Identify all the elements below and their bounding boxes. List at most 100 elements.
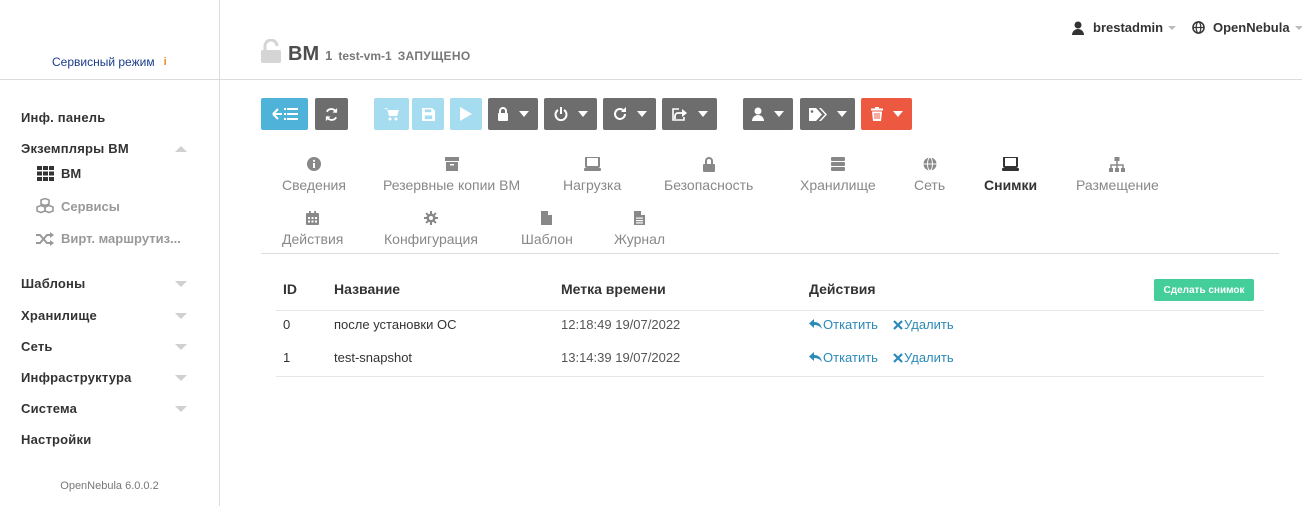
vm-state: ЗАПУЩЕНО [397,49,471,63]
user-icon [1072,21,1084,35]
tab-placement[interactable]: Размещение [1076,156,1159,193]
delete-snapshot-link[interactable]: Удалить [893,317,954,332]
tab-label: Хранилище [800,177,876,193]
delete-dropdown-button[interactable] [861,98,912,130]
trash-icon [870,107,883,121]
power-dropdown-button[interactable] [544,98,597,130]
revert-snapshot-link[interactable]: Откатить [809,350,878,365]
close-icon [893,352,903,363]
snapshot-timestamp: 12:18:49 19/07/2022 [561,317,681,332]
snapshot-id: 1 [283,350,291,365]
sitemap-icon [1109,156,1126,172]
chevron-down-icon [1168,25,1177,30]
info-icon [306,156,321,172]
reply-icon [809,319,822,330]
tab-storage[interactable]: Хранилище [800,156,876,193]
labels-dropdown-button[interactable] [800,98,855,130]
reply-icon [809,352,822,363]
zone-menu[interactable]: OpenNebula [1192,20,1302,35]
tab-label: Резервные копии ВМ [383,177,521,193]
tab-capacity[interactable]: Нагрузка [563,156,621,193]
refresh-button[interactable] [315,98,348,130]
chevron-down-icon[interactable] [175,313,187,319]
column-header-id[interactable]: ID [283,281,297,297]
cubes-icon [36,198,54,214]
snapshot-timestamp: 13:14:39 19/07/2022 [561,350,681,365]
sidebar-item-vms[interactable]: ВМ [36,166,81,181]
tab-label: Конфигурация [384,231,478,247]
power-icon [554,107,568,121]
sidebar-item-vm-instances[interactable]: Экземпляры ВМ [21,141,129,156]
sidebar-item-label: Сервисы [61,198,120,214]
info-icon[interactable]: i [164,56,167,68]
tab-label: Безопасность [664,177,754,193]
reboot-dropdown-button[interactable] [603,98,656,130]
sidebar-item-templates[interactable]: Шаблоны [21,276,85,291]
column-header-timestamp[interactable]: Метка времени [561,281,666,297]
save-button[interactable] [412,98,444,130]
sidebar-item-label: ВМ [61,166,82,181]
save-icon [421,107,435,121]
random-icon [36,231,54,246]
refresh-icon [324,107,339,122]
snapshot-name: test-snapshot [334,350,413,365]
tab-template[interactable]: Шаблон [521,210,573,247]
lock-dropdown-button[interactable] [488,98,538,130]
close-icon [893,319,903,330]
tab-configuration[interactable]: Конфигурация [384,210,478,247]
chevron-down-icon[interactable] [175,406,187,412]
sidebar-item-dashboard[interactable]: Инф. панель [21,110,105,125]
tab-actions[interactable]: Действия [282,210,343,247]
chevron-down-icon[interactable] [175,375,187,381]
back-list-icon [271,107,298,121]
chevron-down-icon [636,111,647,117]
page-title: ВМ 1 test-vm-1 ЗАПУЩЕНО [260,36,470,66]
sidebar-item-network[interactable]: Сеть [21,339,53,354]
cart-button[interactable] [374,98,409,130]
tab-log[interactable]: Журнал [614,210,665,247]
logo-area: Сервисный режим i [0,0,219,80]
back-button[interactable] [261,98,308,130]
cart-icon [384,107,399,121]
zone-name: OpenNebula [1213,20,1290,35]
sidebar-item-storage[interactable]: Хранилище [21,308,97,323]
delete-snapshot-link[interactable]: Удалить [893,350,954,365]
sidebar-item-system[interactable]: Система [21,401,77,416]
user-menu[interactable]: brestadmin [1072,20,1177,35]
revert-snapshot-link[interactable]: Откатить [809,317,878,332]
sidebar-item-infrastructure[interactable]: Инфраструктура [21,370,132,385]
tab-label: Размещение [1076,177,1159,193]
tab-network[interactable]: Сеть [914,156,945,193]
owner-dropdown-button[interactable] [743,98,793,130]
delete-label: Удалить [904,350,954,365]
tabs-divider [261,253,1279,254]
chevron-down-icon [1294,25,1302,30]
calendar-icon [306,210,320,226]
sidebar-item-services[interactable]: Сервисы [36,198,120,214]
unlock-icon [260,38,282,66]
tab-security[interactable]: Безопасность [664,156,753,193]
share-dropdown-button[interactable] [662,98,717,130]
username: brestadmin [1093,20,1164,35]
sidebar-item-settings[interactable]: Настройки [21,432,91,447]
take-snapshot-button[interactable]: Сделать снимок [1154,279,1254,301]
tab-label: Сеть [914,177,946,193]
tab-info[interactable]: Сведения [282,156,346,193]
chevron-down-icon[interactable] [175,344,187,350]
header: ВМ 1 test-vm-1 ЗАПУЩЕНО brestadmin OpenN… [220,0,1302,80]
revert-label: Откатить [823,317,878,332]
tab-backups[interactable]: Резервные копии ВМ [383,156,520,193]
chevron-down-icon[interactable] [175,281,187,287]
vm-name: test-vm-1 [338,49,392,63]
chevron-up-icon[interactable] [175,146,187,152]
globe-icon [923,156,937,172]
service-mode-indicator[interactable]: Сервисный режим i [52,55,167,69]
sidebar-item-virtual-routers[interactable]: Вирт. маршрутиз... [36,231,181,246]
archive-icon [444,156,459,172]
play-button[interactable] [450,98,482,130]
user-icon [752,107,764,121]
laptop-icon [1002,156,1020,172]
column-header-name[interactable]: Название [334,281,400,297]
lock-icon [702,156,715,172]
tab-snapshots[interactable]: Снимки [984,156,1037,193]
